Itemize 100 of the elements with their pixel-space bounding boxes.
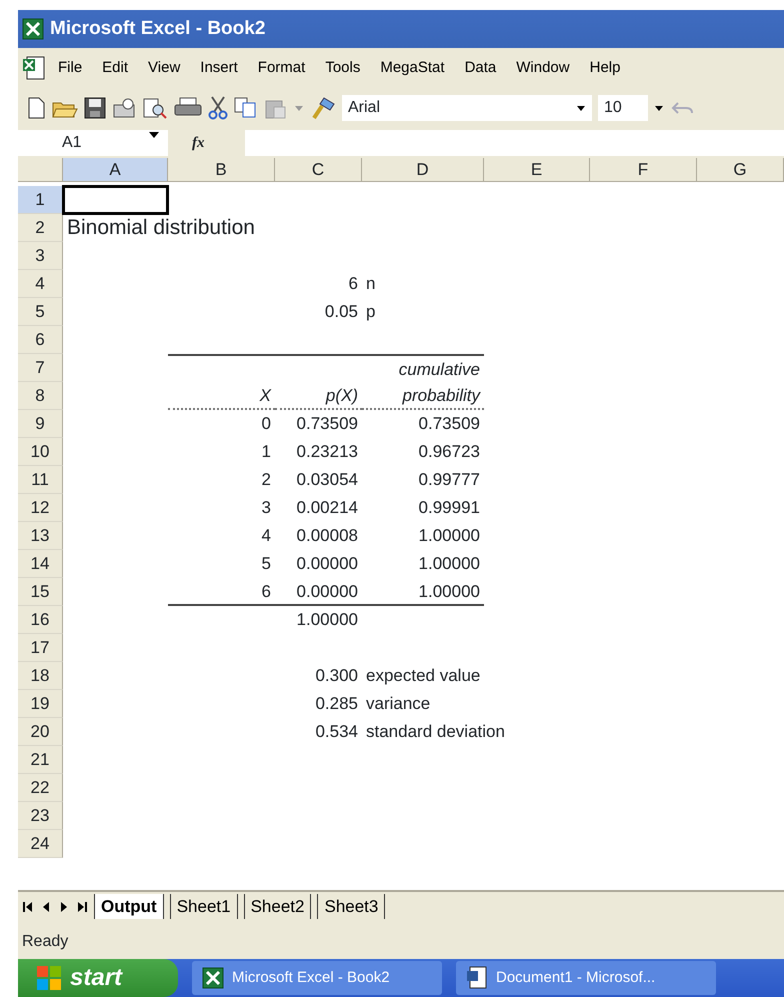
caret-icon[interactable] [654, 103, 664, 113]
row-header[interactable]: 5 [18, 298, 63, 326]
column-header[interactable]: F [590, 158, 697, 182]
sheet-tab[interactable]: Sheet3 [317, 894, 386, 920]
cell-text: cumulative [362, 354, 484, 382]
cell-text: probability [362, 382, 484, 410]
sheet-tab[interactable]: Sheet2 [244, 894, 312, 920]
menu-item[interactable]: Window [506, 54, 580, 82]
font-size-field[interactable]: 10 [598, 95, 648, 121]
menu-item[interactable]: File [48, 54, 92, 82]
caret-icon[interactable] [148, 130, 160, 140]
caret-icon[interactable] [576, 103, 586, 113]
row-header[interactable]: 9 [18, 410, 63, 438]
row-header[interactable]: 10 [18, 438, 63, 466]
cell-text: 0.00000 [275, 578, 362, 606]
first-sheet-icon[interactable] [22, 900, 34, 914]
column-header[interactable]: A [63, 158, 168, 182]
formula-field[interactable] [244, 130, 784, 156]
cell-text: 0.23213 [296, 441, 359, 463]
excel-icon [202, 967, 224, 989]
last-sheet-icon[interactable] [76, 900, 88, 914]
row-header[interactable]: 14 [18, 550, 63, 578]
cell-text: 0.285 [314, 693, 359, 715]
start-button[interactable]: start [18, 959, 178, 997]
selected-cell[interactable] [63, 186, 168, 214]
column-header[interactable]: G [697, 158, 784, 182]
function-label[interactable]: fx [192, 132, 204, 154]
row-header[interactable]: 2 [18, 214, 63, 242]
row-header[interactable]: 23 [18, 802, 63, 830]
excel-icon [22, 18, 44, 40]
row-header[interactable]: 21 [18, 746, 63, 774]
name-box[interactable]: A1 [18, 130, 168, 156]
cell-text: 0.99991 [418, 497, 481, 519]
cell-text: n [365, 273, 376, 295]
row-header[interactable]: 4 [18, 270, 63, 298]
row-header[interactable]: 15 [18, 578, 63, 606]
copy-icon[interactable] [234, 97, 258, 119]
taskbar-button[interactable]: Document1 - Microsof... [456, 961, 716, 995]
row-header[interactable]: 3 [18, 242, 63, 270]
cell-text: expected value [365, 665, 482, 687]
save-icon[interactable] [84, 97, 106, 119]
row-header[interactable]: 6 [18, 326, 63, 354]
cut-icon[interactable] [208, 96, 228, 120]
cell-text: 1 [260, 441, 272, 463]
column-header[interactable]: B [168, 158, 275, 182]
column-header[interactable]: C [275, 158, 362, 182]
row-header[interactable]: 1 [18, 186, 63, 214]
cell-text: 4 [260, 525, 272, 547]
cell-text: 2 [260, 469, 272, 491]
status-text: Ready [22, 932, 68, 952]
cell-text: p [365, 301, 376, 323]
taskbar-button[interactable]: Microsoft Excel - Book2 [192, 961, 442, 995]
column-header[interactable]: D [362, 158, 484, 182]
cell-text: 1.00000 [362, 578, 484, 606]
window-title: Microsoft Excel - Book2 [50, 16, 266, 41]
row-header[interactable]: 18 [18, 662, 63, 690]
menu-item[interactable]: View [138, 54, 190, 82]
row-header[interactable]: 19 [18, 690, 63, 718]
cell-text: 5 [260, 553, 272, 575]
font-field[interactable]: Arial [342, 95, 592, 121]
menu-item[interactable]: Insert [190, 54, 248, 82]
row-header[interactable]: 11 [18, 466, 63, 494]
menu-item[interactable]: MegaStat [370, 54, 455, 82]
cell-text: 0.05 [324, 301, 359, 323]
format-painter-icon[interactable] [310, 96, 336, 120]
column-header[interactable]: E [484, 158, 590, 182]
cell-text: 0.00008 [296, 525, 359, 547]
row-header[interactable]: 22 [18, 774, 63, 802]
document-icon [466, 966, 488, 990]
row-header[interactable]: 20 [18, 718, 63, 746]
menu-item[interactable]: Tools [315, 54, 370, 82]
cell-text: 0.73509 [418, 413, 481, 435]
sheet-tab[interactable]: Sheet1 [170, 894, 238, 920]
new-document-icon[interactable] [26, 97, 46, 119]
cell-text: 0.00214 [296, 497, 359, 519]
row-header[interactable]: 17 [18, 634, 63, 662]
cell-text: standard deviation [365, 721, 506, 743]
row-header[interactable]: 7 [18, 354, 63, 382]
menu-item[interactable]: Format [248, 54, 316, 82]
cell-text: 0.96723 [418, 441, 481, 463]
cell-text: 0 [260, 413, 272, 435]
cell-text: p(X) [275, 382, 362, 410]
print-preview-icon[interactable] [142, 97, 168, 119]
cell-text: 1.00000 [418, 553, 481, 575]
menu-item[interactable]: Edit [92, 54, 138, 82]
row-header[interactable]: 16 [18, 606, 63, 634]
cell-text: 0.99777 [418, 469, 481, 491]
row-header[interactable]: 24 [18, 830, 63, 858]
sheet-tab[interactable]: Output [94, 894, 164, 920]
cell-text: 6 [348, 273, 359, 295]
cell-text: 6 [168, 578, 275, 606]
windows-logo-icon [36, 965, 62, 991]
menu-item[interactable]: Help [580, 54, 630, 82]
cell-text: 0.534 [314, 721, 359, 743]
row-header[interactable]: 8 [18, 382, 63, 410]
cell-text: 1.00000 [418, 525, 481, 547]
row-header[interactable]: 12 [18, 494, 63, 522]
row-header[interactable]: 13 [18, 522, 63, 550]
menu-item[interactable]: Data [454, 54, 506, 82]
cell-text: X [168, 382, 275, 410]
